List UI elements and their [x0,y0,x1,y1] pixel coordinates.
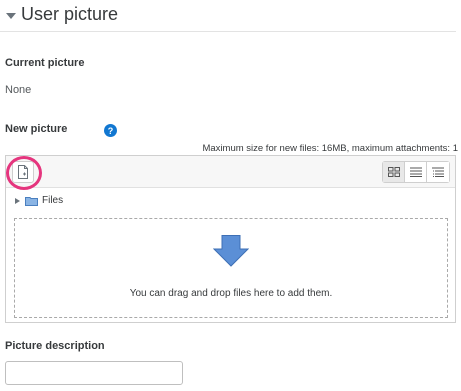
view-mode-group [382,161,450,183]
tree-view-icon [432,167,444,177]
section-header-user-picture[interactable]: User picture [6,4,118,25]
caret-down-icon[interactable] [6,12,16,19]
folder-icon [25,196,38,206]
section-title: User picture [21,4,119,24]
new-picture-label: New picture [5,123,68,135]
question-circle-icon[interactable]: ? [104,124,117,137]
drop-zone[interactable]: You can drag and drop files here to add … [14,218,448,318]
picture-description-label: Picture description [5,340,105,352]
list-view-button[interactable] [405,162,427,182]
add-file-icon [18,165,28,179]
down-arrow-icon [213,235,249,267]
current-picture-value: None [5,84,32,96]
picture-description-input[interactable] [5,361,183,385]
add-file-button[interactable] [12,161,34,183]
section-divider [0,31,456,32]
file-manager: Files You can drag and drop files here t… [5,155,456,323]
file-path-breadcrumb[interactable]: Files [15,195,63,206]
file-manager-toolbar [6,156,455,190]
grid-view-button[interactable] [383,162,405,182]
drop-zone-text: You can drag and drop files here to add … [129,288,333,299]
folder-label[interactable]: Files [42,195,63,206]
tree-view-button[interactable] [427,162,449,182]
grid-view-icon [387,167,400,177]
current-picture-label: Current picture [5,57,85,69]
list-view-icon [409,167,422,177]
triangle-right-icon[interactable] [15,197,20,204]
max-size-info: Maximum size for new files: 16MB, maximu… [202,143,458,154]
